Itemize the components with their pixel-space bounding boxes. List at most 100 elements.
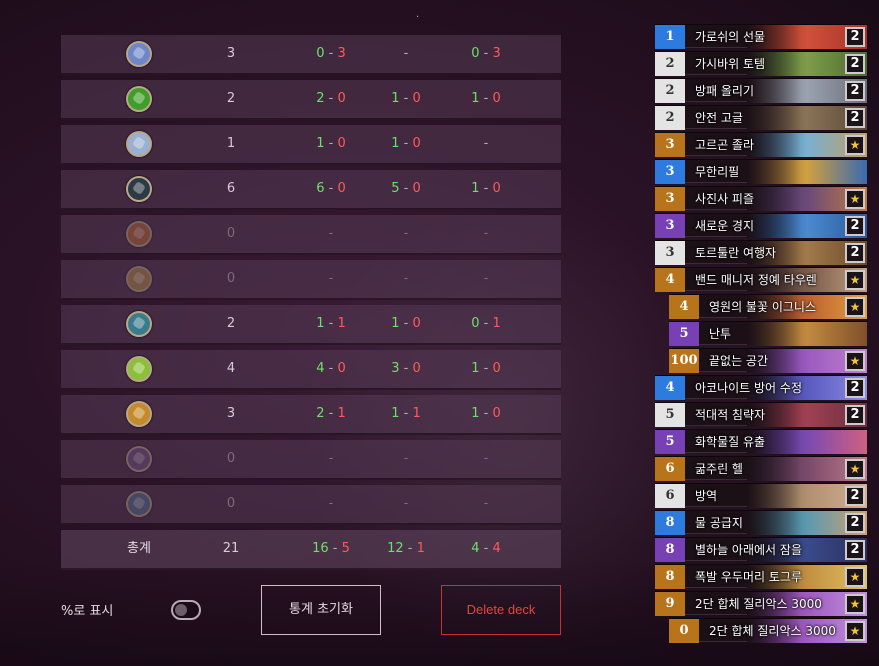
total-record-cell: 0 - 3	[301, 35, 361, 73]
card-cost: 2	[655, 79, 685, 103]
losses-value: 0	[492, 91, 501, 106]
deck-card-row[interactable]: 3 새로운 경지 2	[655, 213, 867, 238]
deck-card-row[interactable]: 9 2단 합체 질리악스 3000 ★	[655, 591, 867, 616]
card-cost: 3	[655, 187, 685, 211]
card-cost: 6	[655, 457, 685, 481]
stats-row: 32 - 11 - 11 - 0	[61, 395, 561, 435]
games-count: 0	[226, 226, 236, 241]
card-cost: 0	[669, 619, 699, 643]
card-cost: 3	[655, 214, 685, 238]
card-name: 2단 합체 질리악스 3000	[709, 624, 836, 638]
deck-card-row[interactable]: 8 물 공급지 2	[655, 510, 867, 535]
total-first-record-cell: 12 - 1	[376, 530, 436, 568]
scroll-mark: ·	[416, 12, 420, 23]
record-separator: -	[479, 181, 493, 196]
second-record-cell: 1 - 0	[456, 350, 516, 388]
wins-value: 4	[471, 541, 480, 556]
games-count: 2	[226, 316, 236, 331]
deck-card-row[interactable]: 6 굶주린 헬 ★	[655, 456, 867, 481]
card-name: 물 공급지	[695, 516, 743, 530]
deck-card-row[interactable]: 8 폭발 우두머리 토그루 ★	[655, 564, 867, 589]
losses-value: 5	[341, 541, 350, 556]
record-separator: -	[399, 316, 413, 331]
percent-toggle[interactable]	[171, 600, 201, 620]
toggle-knob[interactable]	[175, 604, 187, 616]
deck-card-row[interactable]: 3 사진사 피즐 ★	[655, 186, 867, 211]
record-separator: -	[399, 361, 413, 376]
deck-card-row[interactable]: 4 아코나이트 방어 수정 2	[655, 375, 867, 400]
deck-card-row[interactable]: 4 밴드 매니저 정예 타우렌 ★	[655, 267, 867, 292]
deck-card-row[interactable]: 2 가시바위 토템 2	[655, 51, 867, 76]
legendary-star-icon: ★	[845, 135, 865, 155]
games-count: 0	[226, 451, 236, 466]
record-separator: -	[324, 406, 338, 421]
card-cost: 5	[655, 403, 685, 427]
record-separator: -	[399, 181, 413, 196]
delete-deck-button[interactable]: Delete deck	[441, 585, 561, 635]
deck-card-row[interactable]: 8 별하늘 아래에서 잠을 2	[655, 537, 867, 562]
record-separator: -	[324, 46, 338, 61]
deck-card-row[interactable]: 6 방역 2	[655, 483, 867, 508]
wins-value: 1	[316, 136, 325, 151]
legendary-star-icon: ★	[845, 297, 865, 317]
stats-row: 11 - 01 - 0-	[61, 125, 561, 165]
mage-class-icon	[126, 41, 152, 67]
deck-card-row[interactable]: 0 2단 합체 질리악스 3000 ★	[669, 618, 867, 643]
first-record-cell: -	[376, 485, 436, 523]
card-name: 굶주린 헬	[695, 462, 743, 476]
card-count: 2	[845, 378, 865, 398]
deck-card-row[interactable]: 2 방패 올리기 2	[655, 78, 867, 103]
stats-row: 22 - 01 - 01 - 0	[61, 80, 561, 120]
card-cost: 2	[655, 106, 685, 130]
games-count: 3	[226, 46, 236, 61]
hunter-class-icon	[126, 86, 152, 112]
games-count: 4	[226, 361, 236, 376]
losses-value: 1	[416, 541, 425, 556]
card-cost: 3	[655, 241, 685, 265]
second-record-cell: -	[456, 125, 516, 163]
first-record-cell: 3 - 0	[376, 350, 436, 388]
reset-stats-button[interactable]: 통계 초기화	[261, 585, 381, 635]
losses-value: 0	[492, 181, 501, 196]
empty-record: -	[403, 271, 409, 286]
card-cost: 2	[655, 52, 685, 76]
games-count: 6	[226, 181, 236, 196]
deck-card-row[interactable]: 100 끝없는 공간 ★	[669, 348, 867, 373]
legendary-star-icon: ★	[845, 459, 865, 479]
first-record-cell: 5 - 0	[376, 170, 436, 208]
total-games-count: 21	[222, 541, 240, 556]
deck-card-row[interactable]: 5 난투	[669, 321, 867, 346]
deck-card-row[interactable]: 5 적대적 침략자 2	[655, 402, 867, 427]
warlock-class-icon	[126, 401, 152, 427]
record-separator: -	[479, 91, 493, 106]
win-loss-record: 1 - 0	[471, 91, 501, 106]
wins-value: 0	[471, 316, 480, 331]
first-record-cell: 1 - 0	[376, 80, 436, 118]
stats-row: 21 - 11 - 00 - 1	[61, 305, 561, 345]
empty-record: -	[483, 271, 489, 286]
deck-card-row[interactable]: 3 토르툴란 여행자 2	[655, 240, 867, 265]
card-cost: 8	[655, 511, 685, 535]
empty-record: -	[483, 226, 489, 241]
deck-card-row[interactable]: 4 영원의 불꽃 이그니스 ★	[669, 294, 867, 319]
wins-value: 3	[391, 361, 400, 376]
legendary-star-icon: ★	[845, 621, 865, 641]
deck-card-row[interactable]: 2 안전 고글 2	[655, 105, 867, 130]
legendary-star-icon: ★	[845, 270, 865, 290]
deck-card-row[interactable]: 3 고르곤 졸라 ★	[655, 132, 867, 157]
deck-card-row[interactable]: 1 가로쉬의 선물 2	[655, 24, 867, 49]
win-loss-record: 1 - 0	[471, 181, 501, 196]
wins-value: 12	[387, 541, 404, 556]
class-icon-cell	[119, 260, 159, 298]
card-name: 아코나이트 방어 수정	[695, 381, 802, 395]
wins-value: 1	[471, 361, 480, 376]
deck-card-list[interactable]: 1 가로쉬의 선물 2 2 가시바위 토템 2 2 방패 올리기 2 2 안전 고글 2 3 고르곤 졸라…	[655, 24, 867, 666]
deck-card-row[interactable]: 5 화학물질 유출	[655, 429, 867, 454]
losses-value: 1	[337, 406, 346, 421]
second-record-cell: 0 - 1	[456, 305, 516, 343]
losses-value: 0	[337, 361, 346, 376]
losses-value: 0	[492, 406, 501, 421]
losses-value: 1	[337, 316, 346, 331]
games-count: 0	[226, 496, 236, 511]
deck-card-row[interactable]: 3 무한리필	[655, 159, 867, 184]
